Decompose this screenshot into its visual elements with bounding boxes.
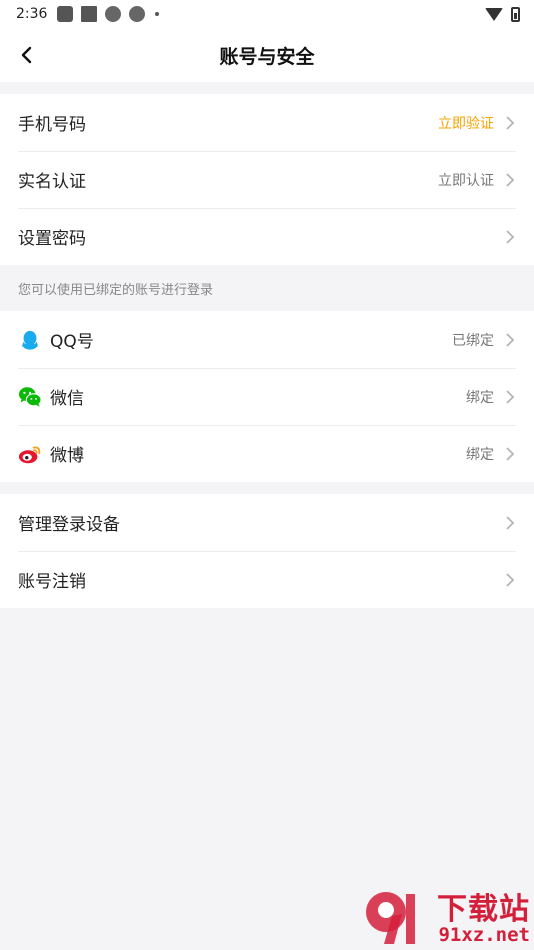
third-party-login-group: QQ号 已绑定 微信 绑定 微博 绑定 [0, 311, 534, 482]
page-title: 账号与安全 [219, 45, 315, 68]
row-value: 立即验证 [438, 115, 494, 132]
chevron-right-icon [506, 115, 515, 130]
weibo-icon [18, 442, 42, 466]
row-value: 绑定 [466, 389, 494, 406]
section-hint: 您可以使用已绑定的账号进行登录 [18, 282, 214, 298]
row-label: 微博 [50, 446, 84, 466]
chevron-right-icon [506, 332, 515, 347]
battery-icon [511, 6, 520, 22]
notification-icon [57, 6, 74, 22]
more-notifications-icon [155, 12, 160, 16]
row-label: 微信 [50, 389, 84, 409]
watermark-url: 91xz.net [438, 924, 530, 946]
chevron-right-icon [506, 446, 515, 461]
notification-icon [81, 6, 98, 22]
real-name-auth-row[interactable]: 实名认证 立即认证 [0, 151, 534, 208]
row-label: 账号注销 [18, 572, 86, 592]
qq-icon [18, 328, 42, 352]
nav-bar: 账号与安全 [0, 28, 534, 82]
row-value: 已绑定 [452, 332, 494, 349]
device-account-group: 管理登录设备 账号注销 [0, 494, 534, 608]
row-value: 立即认证 [438, 172, 494, 189]
back-button[interactable] [12, 40, 42, 70]
notification-icon [129, 6, 146, 22]
status-bar: 2:36 [0, 0, 534, 28]
weibo-binding-row[interactable]: 微博 绑定 [0, 425, 534, 482]
chevron-right-icon [506, 515, 515, 530]
watermark-logo-icon [366, 892, 415, 944]
back-arrow-icon [21, 46, 32, 64]
wifi-icon [485, 7, 503, 21]
status-time: 2:36 [16, 6, 48, 22]
row-label: 设置密码 [18, 229, 86, 249]
row-label: 手机号码 [18, 115, 86, 135]
row-label: QQ号 [50, 332, 94, 352]
notification-icon [105, 6, 122, 22]
wechat-binding-row[interactable]: 微信 绑定 [0, 368, 534, 425]
set-password-row[interactable]: 设置密码 [0, 208, 534, 265]
phone-number-row[interactable]: 手机号码 立即验证 [0, 94, 534, 151]
account-settings-group: 手机号码 立即验证 实名认证 立即认证 设置密码 [0, 94, 534, 265]
chevron-right-icon [506, 389, 515, 404]
row-label: 管理登录设备 [18, 515, 120, 535]
manage-devices-row[interactable]: 管理登录设备 [0, 494, 534, 551]
cancel-account-row[interactable]: 账号注销 [0, 551, 534, 608]
watermark: 下载站 91xz.net [358, 882, 534, 950]
chevron-right-icon [506, 572, 515, 587]
watermark-brand: 下载站 [437, 892, 530, 927]
qq-binding-row[interactable]: QQ号 已绑定 [0, 311, 534, 368]
chevron-right-icon [506, 229, 515, 244]
row-value: 绑定 [466, 446, 494, 463]
row-label: 实名认证 [18, 172, 86, 192]
chevron-right-icon [506, 172, 515, 187]
wechat-icon [18, 385, 42, 409]
